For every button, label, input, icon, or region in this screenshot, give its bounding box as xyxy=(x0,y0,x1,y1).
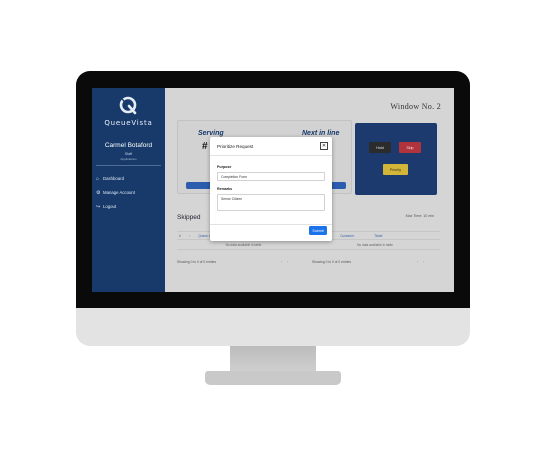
monitor-stand-base xyxy=(205,371,341,385)
monitor-stand-neck xyxy=(230,346,316,372)
purpose-label: Purpose xyxy=(217,165,232,169)
purpose-field[interactable]: Completion Form xyxy=(217,172,325,181)
remarks-field[interactable]: Senior Citizen xyxy=(217,194,325,211)
modal-divider xyxy=(210,155,332,156)
modal-title: Prioritize Request xyxy=(217,144,254,149)
prioritize-request-modal: Prioritize Request ✕ Purpose Completion … xyxy=(210,137,332,241)
app-screen: QueueVista Carmel Botaford Staff Applica… xyxy=(92,88,454,292)
close-icon[interactable]: ✕ xyxy=(320,142,328,150)
remarks-label: Remarks xyxy=(217,187,233,191)
monitor-chin xyxy=(76,308,470,346)
submit-button[interactable]: Submit xyxy=(309,226,327,235)
modal-divider xyxy=(210,224,332,225)
